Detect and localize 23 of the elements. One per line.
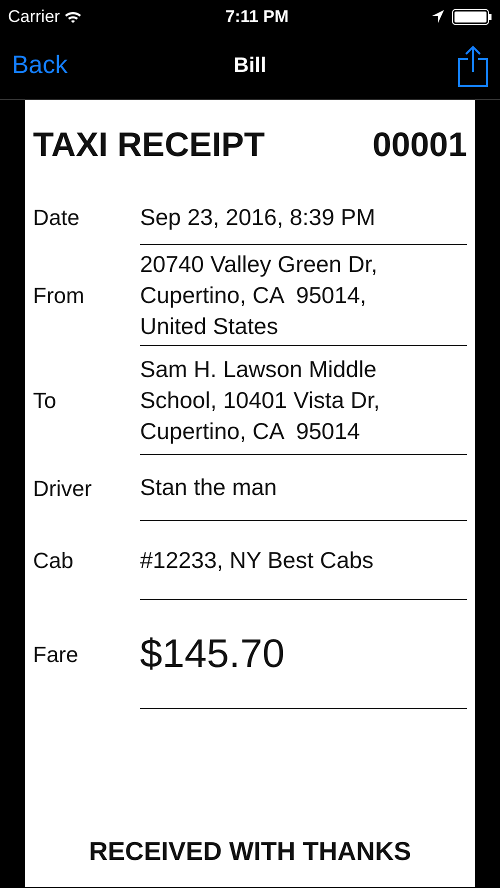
field-label: Driver (33, 474, 93, 502)
share-icon[interactable] (458, 45, 488, 87)
status-time: 7:11 PM (225, 6, 289, 28)
field-label: Fare (33, 641, 80, 669)
field-label: Cab (33, 547, 74, 575)
location-arrow-icon (432, 10, 444, 23)
field-value: Sep 23, 2016, 8:39 PM (140, 190, 467, 245)
wifi-icon (64, 10, 82, 24)
receipt-title: TAXI RECEIPT (33, 125, 265, 166)
receipt-number: 00001 (372, 125, 467, 166)
field-value: Sam H. Lawson Middle School, 10401 Vista Dr, Cupertino, CA 95014 (140, 346, 467, 455)
battery-icon (452, 8, 492, 24)
field-label: From (33, 282, 86, 310)
fare-amount: $145.70 (140, 600, 467, 709)
carrier-name: Carrier (8, 6, 60, 28)
field-label: Date (33, 204, 80, 232)
field-label: To (33, 387, 58, 415)
receipt-footer: RECEIVED WITH THANKS (33, 832, 467, 871)
field-value: 20740 Valley Green Dr, Cupertino, CA 95014, United States (140, 245, 467, 346)
field-value: Stan the man (140, 455, 467, 521)
screen-title: Bill (234, 53, 266, 80)
back-button[interactable]: Back (12, 47, 68, 85)
field-value: #12233, NY Best Cabs (140, 521, 467, 600)
